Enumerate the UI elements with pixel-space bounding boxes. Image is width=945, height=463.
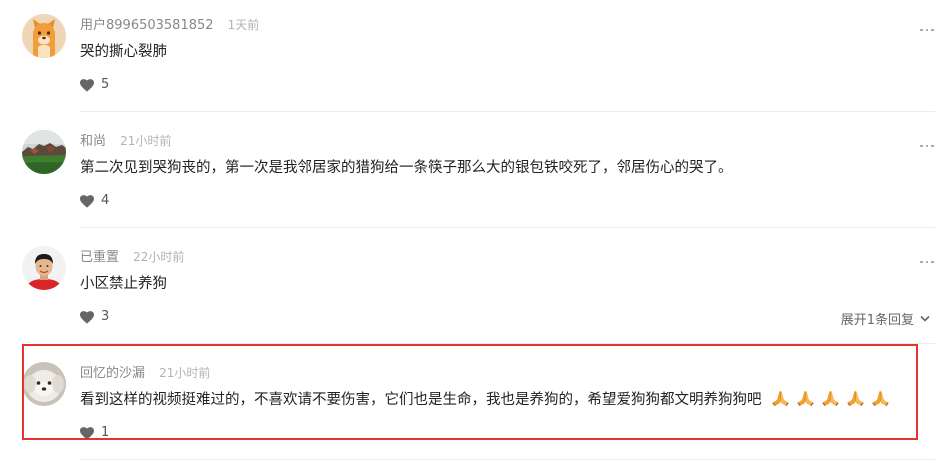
like-count: 5 <box>101 77 110 92</box>
heart-icon <box>80 194 94 208</box>
avatar[interactable] <box>22 362 66 406</box>
like-button[interactable]: 1 <box>80 425 109 441</box>
divider <box>80 227 935 228</box>
more-dots-icon[interactable] <box>920 26 934 34</box>
comment-item: 和尚 21小时前 第二次见到哭狗丧的，第一次是我邻居家的猎狗给一条筷子那么大的银… <box>0 116 945 232</box>
landscape-photo-avatar-icon <box>22 130 66 174</box>
comment-text: 看到这样的视频挺难过的，不喜欢请不要伤害，它们也是生命，我也是养狗的，希望爱狗狗… <box>80 392 762 408</box>
timestamp: 1天前 <box>227 18 260 32</box>
more-dots-icon[interactable] <box>920 142 934 150</box>
username[interactable]: 用户8996503581852 <box>80 18 214 33</box>
chevron-down-icon <box>920 315 930 322</box>
comment-item: 用户8996503581852 1天前 哭的撕心裂肺 5 <box>0 0 945 116</box>
folded-hands-emoji-icon <box>871 390 889 406</box>
timestamp: 21小时前 <box>159 366 211 380</box>
username[interactable]: 回忆的沙漏 <box>80 366 145 381</box>
username[interactable]: 已重置 <box>80 250 119 265</box>
folded-hands-emoji-icon <box>846 390 864 406</box>
white-dog-avatar-icon <box>22 362 66 406</box>
heart-icon <box>80 426 94 440</box>
divider <box>80 111 935 112</box>
folded-hands-emoji-icon <box>821 390 839 406</box>
divider <box>80 459 935 460</box>
more-dots-icon[interactable] <box>920 258 934 266</box>
comment-meta: 回忆的沙漏 21小时前 <box>80 363 210 381</box>
man-portrait-avatar-icon <box>22 246 66 290</box>
divider <box>80 343 935 344</box>
like-button[interactable]: 3 <box>80 309 109 325</box>
timestamp: 21小时前 <box>120 134 172 148</box>
like-count: 1 <box>101 425 110 440</box>
like-button[interactable]: 4 <box>80 193 109 209</box>
comment-text: 小区禁止养狗 <box>80 276 167 292</box>
like-count: 3 <box>101 309 110 324</box>
username[interactable]: 和尚 <box>80 134 106 149</box>
expand-replies-button[interactable]: 展开1条回复 <box>840 309 930 328</box>
expand-replies-label: 展开1条回复 <box>840 312 914 328</box>
comment-text: 哭的撕心裂肺 <box>80 44 167 60</box>
comment-meta: 用户8996503581852 1天前 <box>80 15 259 33</box>
like-button[interactable]: 5 <box>80 77 109 93</box>
comment-text-row: 看到这样的视频挺难过的，不喜欢请不要伤害，它们也是生命，我也是养狗的，希望爱狗狗… <box>80 390 889 410</box>
heart-icon <box>80 78 94 92</box>
folded-hands-emoji-icon <box>771 390 789 406</box>
cartoon-dog-avatar-icon <box>22 14 66 58</box>
comment-text: 第二次见到哭狗丧的，第一次是我邻居家的猎狗给一条筷子那么大的银包铁咬死了，邻居伤… <box>80 160 733 176</box>
heart-icon <box>80 310 94 324</box>
timestamp: 22小时前 <box>133 250 185 264</box>
folded-hands-emoji-icon <box>796 390 814 406</box>
comment-item: 已重置 22小时前 小区禁止养狗 3 展开1条回复 <box>0 232 945 348</box>
comment-meta: 和尚 21小时前 <box>80 131 171 149</box>
comment-meta: 已重置 22小时前 <box>80 247 184 265</box>
comment-item: 回忆的沙漏 21小时前 看到这样的视频挺难过的，不喜欢请不要伤害，它们也是生命，… <box>0 344 945 463</box>
avatar[interactable] <box>22 130 66 174</box>
avatar[interactable] <box>22 246 66 290</box>
avatar[interactable] <box>22 14 66 58</box>
emoji-row <box>771 390 889 406</box>
like-count: 4 <box>101 193 110 208</box>
